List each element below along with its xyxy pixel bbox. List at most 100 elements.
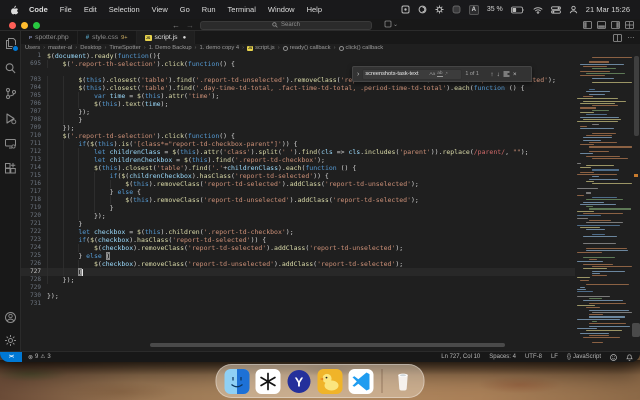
forward-icon[interactable]: → xyxy=(186,21,194,30)
menu-run[interactable]: Run xyxy=(202,5,216,14)
line-number[interactable]: 717 xyxy=(21,188,47,196)
code-line[interactable]: 717 } else { xyxy=(21,188,575,196)
customize-layout-icon[interactable] xyxy=(625,21,634,29)
toggle-panel-icon[interactable] xyxy=(597,21,606,29)
breadcrumb-item[interactable]: TimeSpotter xyxy=(109,45,140,51)
back-icon[interactable]: ← xyxy=(172,21,180,30)
toggle-sidebar-icon[interactable] xyxy=(583,21,592,29)
code-line[interactable]: 724 $(checkbox).removeClass('report-td-s… xyxy=(21,244,575,252)
find-expand-chevron-icon[interactable]: › xyxy=(357,71,359,78)
breadcrumb-item[interactable]: click() callback xyxy=(339,45,384,51)
find-close-icon[interactable]: × xyxy=(513,71,517,78)
minimap-slider[interactable] xyxy=(632,323,640,337)
find-next-icon[interactable]: ↓ xyxy=(497,71,500,78)
breadcrumb-item[interactable]: ready() callback xyxy=(283,45,331,51)
code-line[interactable]: 723 if($(checkbox).hasClass('report-td-s… xyxy=(21,236,575,244)
code-line[interactable]: 706 $(this).text(time); xyxy=(21,100,575,108)
find-previous-icon[interactable]: ↑ xyxy=(490,71,493,78)
feedback-icon[interactable] xyxy=(610,354,617,361)
line-number[interactable]: 703 xyxy=(21,76,47,84)
battery-icon[interactable] xyxy=(511,6,525,14)
menubar-extra-icon-4[interactable] xyxy=(452,5,461,14)
code-line[interactable]: 731 xyxy=(21,300,575,308)
dock-trash-icon[interactable] xyxy=(391,369,416,394)
line-number[interactable]: 728 xyxy=(21,276,47,284)
line-number[interactable]: 726 xyxy=(21,260,47,268)
code-line[interactable]: 725 } else { xyxy=(21,252,575,260)
code-line[interactable]: 728 }); xyxy=(21,276,575,284)
language-mode[interactable]: {} JavaScript xyxy=(567,354,601,360)
menu-view[interactable]: View xyxy=(152,5,168,14)
dock-duck-icon[interactable] xyxy=(318,369,343,394)
menu-go[interactable]: Go xyxy=(180,5,190,14)
line-number[interactable]: 708 xyxy=(21,116,47,124)
titlebar-extra-icon[interactable]: ⌄ xyxy=(384,20,398,28)
code-line[interactable]: 712 let childrenClass = $(this).attr('cl… xyxy=(21,148,575,156)
line-number[interactable]: 716 xyxy=(21,180,47,188)
source-control-icon[interactable] xyxy=(3,86,17,100)
line-number[interactable]: 712 xyxy=(21,148,47,156)
find-in-selection-icon[interactable] xyxy=(503,71,510,78)
code-line[interactable]: 1$(document).ready(function(){ xyxy=(21,52,575,60)
apple-menu-icon[interactable] xyxy=(10,4,19,15)
line-number[interactable]: 721 xyxy=(21,220,47,228)
split-editor-icon[interactable] xyxy=(613,34,622,42)
menubar-extra-icon-1[interactable] xyxy=(401,5,410,14)
line-number[interactable]: 714 xyxy=(21,164,47,172)
minimap[interactable] xyxy=(575,52,632,351)
menu-selection[interactable]: Selection xyxy=(109,5,140,14)
horizontal-scrollbar[interactable] xyxy=(150,343,505,347)
line-number[interactable]: 706 xyxy=(21,100,47,108)
line-number[interactable]: 723 xyxy=(21,236,47,244)
menu-edit[interactable]: Edit xyxy=(84,5,97,14)
problems-status[interactable]: ⊗ 9 ⚠ 3 xyxy=(22,354,51,361)
minimize-window-button[interactable] xyxy=(21,22,28,29)
line-number[interactable]: 729 xyxy=(21,284,47,292)
line-number[interactable]: 695 xyxy=(21,60,47,68)
tab-spotter.php[interactable]: Pspotter.php xyxy=(21,31,78,44)
line-number[interactable]: 720 xyxy=(21,212,47,220)
extensions-icon[interactable] xyxy=(3,161,17,175)
line-number[interactable]: 713 xyxy=(21,156,47,164)
code-line[interactable]: 727 } xyxy=(21,268,575,276)
menu-terminal[interactable]: Terminal xyxy=(228,5,256,14)
code-line[interactable]: 718 $(this).removeClass('report-td-unsel… xyxy=(21,196,575,204)
code-line[interactable]: 714 $(this).closest('table').find('.'+ch… xyxy=(21,164,575,172)
input-source-icon[interactable]: A xyxy=(469,5,479,15)
control-center-icon[interactable] xyxy=(551,6,561,14)
code-line[interactable]: 710 $('.report-td-selection').click(func… xyxy=(21,132,575,140)
dock-vscode-icon[interactable] xyxy=(349,369,374,394)
match-case-icon[interactable]: Aa xyxy=(429,72,435,77)
dock-chatgpt-icon[interactable] xyxy=(256,369,281,394)
indentation-status[interactable]: Spaces: 4 xyxy=(489,354,516,360)
menu-file[interactable]: File xyxy=(60,5,72,14)
notifications-bell-icon[interactable] xyxy=(626,353,633,361)
find-input[interactable] xyxy=(365,71,427,77)
menu-window[interactable]: Window xyxy=(268,5,295,14)
line-number[interactable]: 715 xyxy=(21,172,47,180)
line-number[interactable]: 727 xyxy=(21,268,47,276)
menubar-extra-icon-2[interactable] xyxy=(418,5,427,14)
zoom-window-button[interactable] xyxy=(33,22,40,29)
breadcrumb-item[interactable]: 1. demo copy 4 xyxy=(199,45,239,51)
menubar-extra-icon-3[interactable] xyxy=(435,5,444,14)
command-center-search[interactable]: Search xyxy=(200,21,372,30)
account-icon[interactable] xyxy=(3,310,17,324)
line-number[interactable]: 705 xyxy=(21,92,47,100)
menu-code[interactable]: Code xyxy=(29,5,48,14)
breadcrumb-item[interactable]: JSscript.js xyxy=(247,45,275,51)
code-line[interactable]: 715 if($(childrenCheckbox).hasClass('rep… xyxy=(21,172,575,180)
menubar-clock[interactable]: 21 Mar 15:26 xyxy=(586,5,630,14)
search-sidebar-icon[interactable] xyxy=(3,61,17,75)
line-number[interactable]: 1 xyxy=(21,52,47,60)
code-line[interactable]: 729 xyxy=(21,284,575,292)
code-line[interactable]: 726 $(checkbox).removeClass('report-td-u… xyxy=(21,260,575,268)
line-number[interactable]: 707 xyxy=(21,108,47,116)
code-line[interactable]: 708 } xyxy=(21,116,575,124)
remote-explorer-icon[interactable] xyxy=(3,136,17,150)
code-editor[interactable]: 1$(document).ready(function(){695 $('.re… xyxy=(21,52,640,351)
run-debug-icon[interactable] xyxy=(3,111,17,125)
tab-style.css[interactable]: #style.css9+ xyxy=(78,31,137,44)
wifi-icon[interactable] xyxy=(533,6,543,14)
breadcrumb-item[interactable]: 1. Demo Backup xyxy=(149,45,192,51)
